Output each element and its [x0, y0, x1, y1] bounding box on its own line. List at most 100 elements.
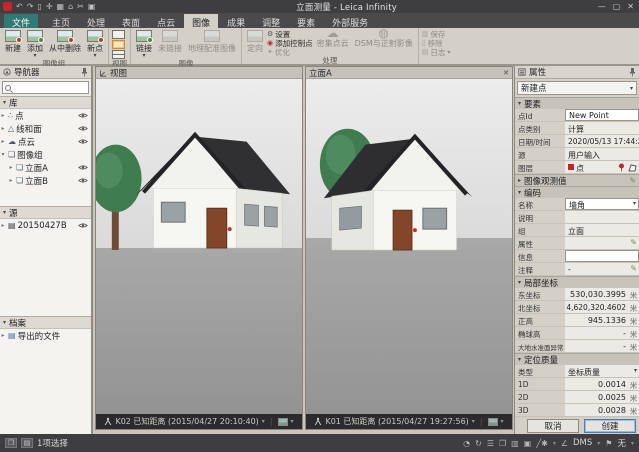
info-input[interactable] [565, 250, 639, 262]
list-icon[interactable]: ☰ [487, 439, 494, 448]
visibility-eye-icon[interactable] [78, 138, 88, 145]
unlink-button[interactable]: 未链接 [156, 29, 184, 55]
tab-adjustments[interactable]: 调整 [254, 14, 288, 28]
tree-item-image-groups[interactable]: ▾❏ 图像组 [0, 148, 91, 161]
visibility-eye-icon[interactable] [78, 164, 88, 171]
section-position-quality[interactable]: ▾定位质量 [515, 353, 639, 365]
dropdown-icon[interactable]: ▾ [291, 418, 294, 425]
redo-icon[interactable]: ↷ [27, 2, 34, 11]
viewport-canvas[interactable] [306, 79, 512, 414]
orient-button[interactable]: 定向 [245, 29, 265, 55]
dropdown-icon[interactable]: ▾ [472, 418, 475, 425]
station-label[interactable]: K01 已知距离 (2015/04/27 19:27:56) [325, 416, 468, 427]
add-icon[interactable]: ✛ [46, 2, 53, 11]
tab-pointclouds[interactable]: 点云 [149, 14, 183, 28]
home-icon[interactable]: ⌂ [68, 2, 73, 11]
image-icon[interactable] [488, 418, 498, 426]
surface-icon[interactable]: ▦ [57, 2, 65, 11]
windows-icon[interactable]: ❐ [499, 439, 506, 448]
section-library[interactable]: ▾库 [0, 96, 91, 109]
optimize-button[interactable]: ✦ 优化 [267, 48, 313, 56]
cancel-button[interactable]: 取消 [527, 419, 579, 433]
code-name-select[interactable]: 墙角 ▾ [565, 198, 639, 210]
antenna-mode[interactable]: 无 [617, 437, 626, 449]
clock-icon[interactable]: ◔ [463, 439, 470, 448]
link-button[interactable]: 链接 [134, 29, 154, 59]
edit-pencil-icon[interactable]: ✎ [630, 265, 637, 273]
station-label[interactable]: K02 已知距离 (2015/04/27 20:10:40) [115, 416, 258, 427]
image-icon[interactable] [278, 418, 288, 426]
close-viewport-icon[interactable]: ✕ [503, 69, 509, 77]
minimize-button[interactable]: — [598, 2, 606, 11]
tree-item-lines-areas[interactable]: ▸△ 线和面 [0, 122, 91, 135]
create-button[interactable]: 创建 [584, 419, 636, 433]
edit-pencil-icon[interactable]: ✎ [630, 239, 637, 247]
new-point-button[interactable]: 新点 [85, 29, 105, 59]
remove-from-group-button[interactable]: 从中删除 [47, 29, 83, 55]
angle-format[interactable]: DMS [573, 438, 592, 448]
viewport-3d[interactable]: 视图 [95, 66, 303, 430]
visibility-eye-icon[interactable] [78, 177, 88, 184]
globe-icon: ◍ [378, 30, 388, 37]
viewport-canvas[interactable] [96, 79, 302, 414]
tab-home[interactable]: 主页 [44, 14, 78, 28]
tab-processing[interactable]: 处理 [79, 14, 113, 28]
edit-pencil-icon[interactable]: ✎ [629, 177, 636, 185]
four-pane-layout-icon[interactable] [112, 50, 125, 59]
section-coding[interactable]: ▾编码 [515, 186, 639, 198]
close-button[interactable]: ✕ [627, 2, 634, 11]
layer-value[interactable]: 点 [565, 161, 639, 173]
tree-item-facade-a[interactable]: ▸❏ 立面A [0, 161, 91, 174]
two-pane-layout-icon[interactable] [112, 40, 125, 49]
delete-icon[interactable]: ▯ [37, 2, 41, 11]
dropdown-icon[interactable]: ▾ [501, 418, 504, 425]
tab-deliverables[interactable]: 成果 [219, 14, 253, 28]
pin-icon[interactable] [81, 68, 88, 77]
georeference-image-button[interactable]: 地理配准图像 [186, 29, 238, 55]
marker-pin-icon[interactable] [618, 163, 625, 172]
section-archive[interactable]: ▾档案 [0, 316, 91, 329]
single-pane-layout-icon[interactable] [112, 30, 125, 39]
report-icon[interactable]: ▣ [88, 2, 96, 11]
visibility-eye-icon[interactable] [78, 125, 88, 132]
dsm-ortho-button[interactable]: ◍ DSM与正射影像 [353, 29, 415, 50]
section-image-observations[interactable]: ▸图像观测值 ✎ [515, 174, 639, 186]
orient-icon [247, 30, 263, 42]
tab-imaging[interactable]: 图像 [184, 14, 218, 28]
tab-features[interactable]: 要素 [289, 14, 323, 28]
viewport-facade-a[interactable]: 立面A ✕ [305, 66, 513, 430]
tree-item-exported-files[interactable]: ▸▤ 导出的文件 [0, 329, 91, 342]
folder-icon[interactable]: ▣ [524, 439, 532, 448]
report-icon[interactable]: ▥ [511, 439, 519, 448]
selection-mode-icon[interactable]: ❐ [5, 438, 17, 448]
tab-file[interactable]: 文件 [4, 14, 38, 28]
tree-item-point-clouds[interactable]: ▸☁ 点云 [0, 135, 91, 148]
visibility-eye-icon[interactable] [78, 112, 88, 119]
maximize-button[interactable]: ▢ [613, 2, 621, 11]
quality-type-select[interactable]: 坐标质量 ▾ [565, 365, 639, 377]
section-feature[interactable]: ▾要素 [515, 97, 639, 109]
tab-surfaces[interactable]: 表面 [114, 14, 148, 28]
dropdown-icon[interactable]: ▾ [262, 418, 265, 425]
new-image-group-button[interactable]: 新建 [3, 29, 23, 55]
navigator-search-input[interactable] [2, 81, 89, 94]
tree-item-facade-b[interactable]: ▸❏ 立面B [0, 174, 91, 187]
pin-icon[interactable] [629, 68, 636, 77]
measured-point-marker [413, 228, 417, 232]
tree-item-source-file[interactable]: ▸▤ 20150427B [0, 219, 91, 232]
layers-icon[interactable]: ▤ [21, 438, 33, 448]
section-local-coordinates[interactable]: ▾局部坐标 [515, 276, 639, 288]
tree-item-points[interactable]: ▸∴ 点 [0, 109, 91, 122]
add-image-button[interactable]: 添加 [25, 29, 45, 59]
undo-icon[interactable]: ↶ [16, 2, 23, 11]
property-context-select[interactable]: 新建点 ▾ [517, 81, 637, 95]
point-id-input[interactable]: New Point [565, 109, 639, 121]
dense-point-cloud-button[interactable]: ☁ 密集点云 [315, 29, 351, 50]
log-button[interactable]: ▤ 日志 ▾ [422, 48, 451, 56]
polygon-icon[interactable] [628, 164, 637, 172]
sync-icon[interactable]: ↻ [475, 439, 482, 448]
cut-icon[interactable]: ✂ [77, 2, 84, 11]
snap-icon[interactable]: ╱✱ [536, 439, 548, 448]
visibility-eye-icon[interactable] [78, 222, 88, 229]
section-source[interactable]: ▾源 [0, 206, 91, 219]
